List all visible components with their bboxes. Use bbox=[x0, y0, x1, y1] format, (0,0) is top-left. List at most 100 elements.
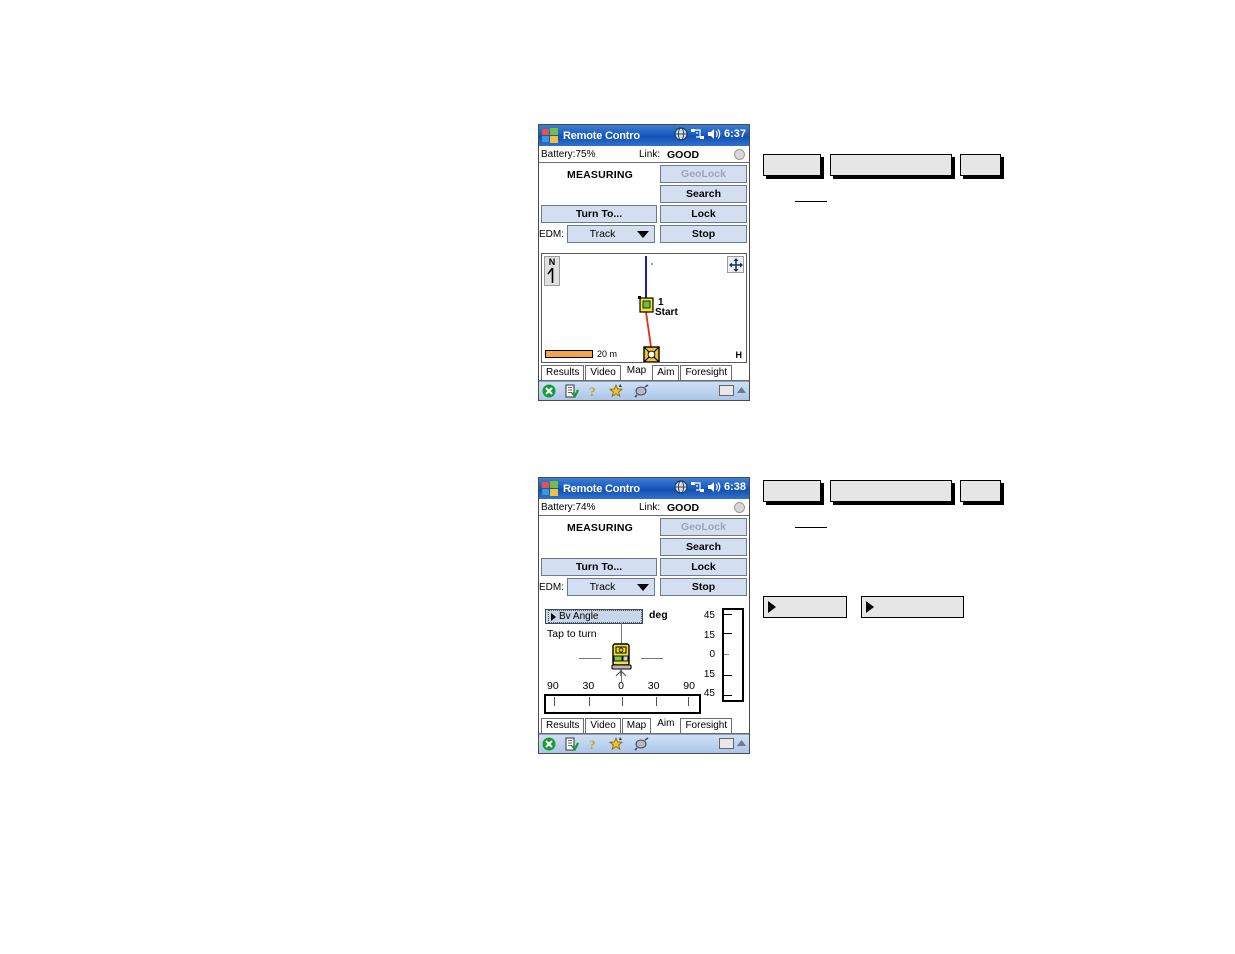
link-label: Link: bbox=[639, 149, 661, 160]
clock: 6:37 bbox=[723, 128, 746, 140]
vbar-tick-0 bbox=[724, 614, 732, 615]
tab-bar: Results Video Map Aim Foresight bbox=[539, 716, 749, 734]
windows-start-icon[interactable] bbox=[542, 128, 559, 143]
link-chain-icon[interactable] bbox=[634, 384, 649, 398]
aim-mode-button[interactable]: Bv Angle bbox=[545, 609, 643, 624]
favorites-star-icon[interactable] bbox=[609, 384, 625, 398]
survey-geometry bbox=[638, 256, 660, 362]
measuring-status: MEASURING bbox=[567, 169, 633, 181]
chevron-up-icon[interactable] bbox=[737, 387, 746, 394]
tab-foresight[interactable]: Foresight bbox=[680, 718, 733, 733]
hbar-tick-2 bbox=[622, 697, 623, 706]
close-x-icon[interactable] bbox=[542, 384, 556, 398]
callout-box-2a[interactable] bbox=[763, 480, 821, 502]
tab-video[interactable]: Video bbox=[585, 365, 621, 380]
lock-button[interactable]: Lock bbox=[660, 558, 747, 576]
stop-button[interactable]: Stop bbox=[660, 225, 747, 243]
link-chain-icon[interactable] bbox=[634, 737, 649, 751]
pda-window-aim: Remote Contro 6:38 Battery:74% Link: GOO… bbox=[538, 477, 750, 754]
hbar-tick-3 bbox=[656, 697, 657, 706]
favorites-star-icon[interactable] bbox=[609, 737, 625, 751]
horizontal-scale-labels: 90 30 0 30 90 bbox=[541, 680, 701, 692]
window-title: Remote Contro bbox=[563, 129, 640, 142]
triangle-right-icon bbox=[768, 601, 776, 613]
tab-map[interactable]: Map bbox=[622, 363, 651, 380]
properties-icon[interactable] bbox=[565, 737, 579, 751]
vertical-turn-slider[interactable] bbox=[722, 608, 744, 702]
map-point-label: Start bbox=[655, 307, 678, 318]
total-station-icon bbox=[611, 643, 632, 677]
callout-box-1b[interactable] bbox=[830, 154, 952, 176]
edm-value: Track bbox=[589, 581, 616, 593]
properties-icon[interactable] bbox=[565, 384, 579, 398]
tab-aim[interactable]: Aim bbox=[652, 365, 680, 380]
volume-icon[interactable] bbox=[707, 481, 721, 493]
vbar-tick-1 bbox=[724, 633, 732, 634]
scale-bar-fill bbox=[545, 350, 593, 358]
vbar-tick-2 bbox=[724, 654, 729, 655]
edm-dropdown[interactable]: Track bbox=[567, 578, 655, 596]
measuring-status: MEASURING bbox=[567, 522, 633, 534]
map-canvas[interactable]: N 1 Start 20 m H bbox=[541, 253, 747, 363]
titlebar-icons: 6:38 bbox=[674, 480, 746, 494]
tab-results[interactable]: Results bbox=[541, 365, 585, 380]
chevron-up-icon[interactable] bbox=[737, 740, 746, 747]
windows-start-icon[interactable] bbox=[542, 481, 559, 496]
command-bar-right bbox=[719, 385, 746, 396]
connection-globe-icon[interactable] bbox=[674, 127, 688, 141]
tab-map[interactable]: Map bbox=[621, 718, 652, 733]
network-transfer-icon[interactable] bbox=[690, 481, 704, 493]
callout-box-1c[interactable] bbox=[960, 154, 1001, 176]
edm-dropdown[interactable]: Track bbox=[567, 225, 655, 243]
connection-globe-icon[interactable] bbox=[674, 480, 688, 494]
volume-icon[interactable] bbox=[707, 128, 721, 140]
tab-aim[interactable]: Aim bbox=[652, 716, 679, 733]
scale-bar-text: 20 m bbox=[597, 349, 618, 359]
svg-text:?: ? bbox=[589, 384, 596, 398]
command-bar: ? bbox=[539, 381, 749, 400]
keyboard-icon[interactable] bbox=[719, 385, 734, 396]
vtick-2: 0 bbox=[709, 649, 715, 660]
aim-mode-label: Bv Angle bbox=[559, 611, 599, 622]
aim-unit-label: deg bbox=[649, 609, 668, 621]
tab-video[interactable]: Video bbox=[585, 718, 621, 733]
callout-arrow-box-1[interactable] bbox=[763, 596, 847, 618]
battery-status: Battery:74% bbox=[541, 502, 596, 513]
search-button[interactable]: Search bbox=[660, 538, 747, 556]
titlebar: Remote Contro 6:38 bbox=[539, 478, 749, 499]
stop-button[interactable]: Stop bbox=[660, 578, 747, 596]
map-h-marker: H bbox=[735, 350, 743, 360]
close-x-icon[interactable] bbox=[542, 737, 556, 751]
status-line: Battery:75% Link: GOOD bbox=[539, 146, 749, 162]
edm-label: EDM: bbox=[539, 228, 564, 240]
callout-box-2c[interactable] bbox=[960, 480, 1001, 502]
turn-to-button[interactable]: Turn To... bbox=[541, 205, 657, 223]
keyboard-icon[interactable] bbox=[719, 738, 734, 749]
tab-foresight[interactable]: Foresight bbox=[680, 365, 733, 380]
hbar-tick-0 bbox=[554, 697, 555, 706]
tab-results[interactable]: Results bbox=[541, 718, 585, 733]
callout-box-1a[interactable] bbox=[763, 154, 821, 176]
command-bar-right bbox=[719, 738, 746, 749]
callout-rule-2 bbox=[795, 527, 827, 528]
network-transfer-icon[interactable] bbox=[690, 128, 704, 140]
vtick-0: 45 bbox=[703, 610, 715, 621]
callout-arrow-box-2[interactable] bbox=[861, 596, 964, 618]
triangle-right-icon bbox=[551, 612, 556, 621]
clock: 6:38 bbox=[723, 481, 746, 493]
crosshair-horizontal-left bbox=[579, 658, 601, 659]
edm-row: EDM: Track bbox=[539, 578, 655, 596]
geolock-button[interactable]: GeoLock bbox=[660, 518, 747, 536]
tab-bar: Results Video Map Aim Foresight bbox=[539, 363, 749, 381]
chevron-down-icon bbox=[637, 583, 649, 591]
help-question-icon[interactable]: ? bbox=[588, 384, 600, 398]
turn-to-button[interactable]: Turn To... bbox=[541, 558, 657, 576]
search-button[interactable]: Search bbox=[660, 185, 747, 203]
link-label: Link: bbox=[639, 502, 661, 513]
horizontal-turn-slider[interactable] bbox=[544, 694, 701, 714]
lock-button[interactable]: Lock bbox=[660, 205, 747, 223]
geolock-button[interactable]: GeoLock bbox=[660, 165, 747, 183]
aim-panel[interactable]: Bv Angle deg Tap to turn 45 15 0 15 45 9… bbox=[541, 606, 747, 716]
callout-box-2b[interactable] bbox=[830, 480, 952, 502]
help-question-icon[interactable]: ? bbox=[588, 737, 600, 751]
